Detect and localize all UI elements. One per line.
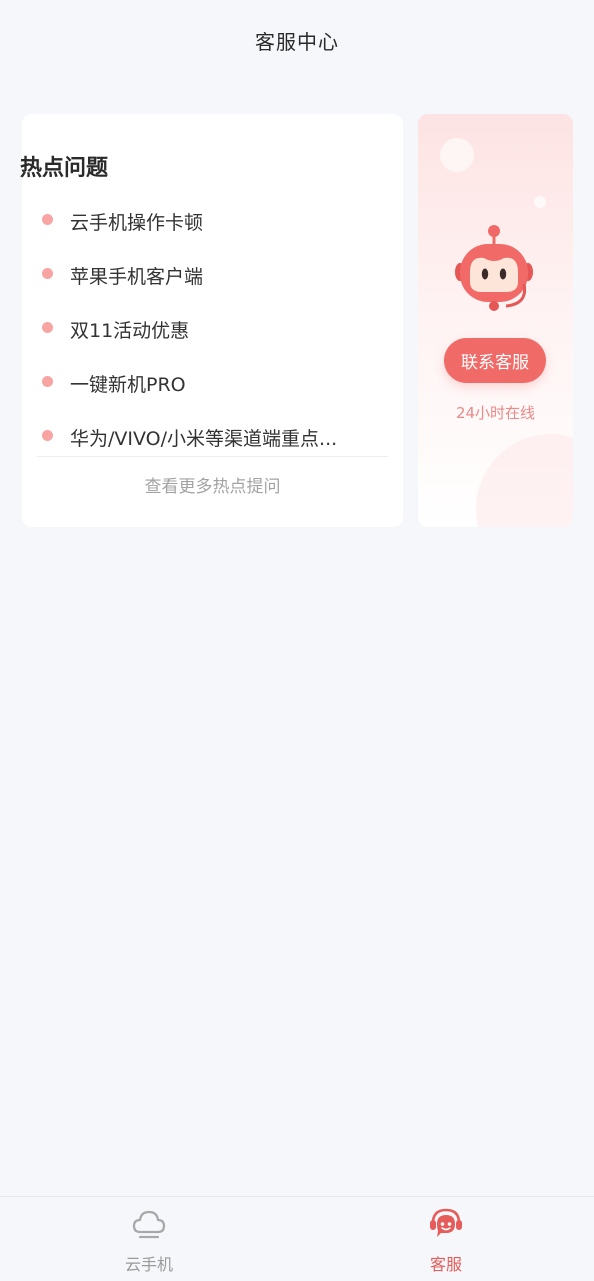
faq-item-label: 云手机操作卡顿 bbox=[70, 211, 204, 234]
contact-support-button[interactable]: 联系客服 bbox=[444, 338, 546, 383]
divider bbox=[37, 456, 388, 457]
customer-service-card: 联系客服 24小时在线 bbox=[418, 114, 573, 527]
bullet-dot-icon bbox=[42, 375, 53, 387]
tab-customer-service[interactable]: 客服 bbox=[297, 1197, 594, 1281]
bullet-dot-icon bbox=[42, 429, 53, 441]
bottom-tab-bar: 云手机 客服 bbox=[0, 1196, 594, 1280]
faq-item[interactable]: 云手机操作卡顿 bbox=[22, 194, 382, 248]
faq-item[interactable]: 苹果手机客户端 bbox=[22, 248, 382, 302]
view-more-link[interactable]: 查看更多热点提问 bbox=[22, 472, 403, 497]
tab-label: 云手机 bbox=[124, 1255, 173, 1274]
tab-cloud-phone[interactable]: 云手机 bbox=[0, 1197, 297, 1281]
faq-item-label: 华为/VIVO/小米等渠道端重点... bbox=[70, 427, 338, 450]
page-title: 客服中心 bbox=[255, 29, 339, 54]
bullet-dot-icon bbox=[42, 267, 53, 279]
tab-label: 客服 bbox=[429, 1255, 462, 1274]
decorative-bubble bbox=[534, 196, 546, 208]
hot-questions-title: 热点问题 bbox=[20, 156, 109, 181]
faq-item[interactable]: 双11活动优惠 bbox=[22, 302, 382, 356]
header: 客服中心 bbox=[0, 0, 594, 80]
faq-item-label: 双11活动优惠 bbox=[70, 319, 190, 342]
bullet-dot-icon bbox=[42, 213, 53, 225]
faq-item-label: 苹果手机客户端 bbox=[70, 265, 204, 288]
headset-chat-icon bbox=[430, 1208, 462, 1237]
cloud-icon bbox=[132, 1210, 166, 1239]
faq-item-label: 一键新机PRO bbox=[70, 373, 186, 396]
decorative-bubble bbox=[476, 434, 573, 527]
faq-item[interactable]: 一键新机PRO bbox=[22, 356, 382, 410]
decorative-bubble bbox=[440, 138, 474, 172]
robot-mascot-icon bbox=[455, 225, 533, 311]
online-hours-text: 24小时在线 bbox=[455, 404, 536, 422]
bullet-dot-icon bbox=[42, 321, 53, 333]
